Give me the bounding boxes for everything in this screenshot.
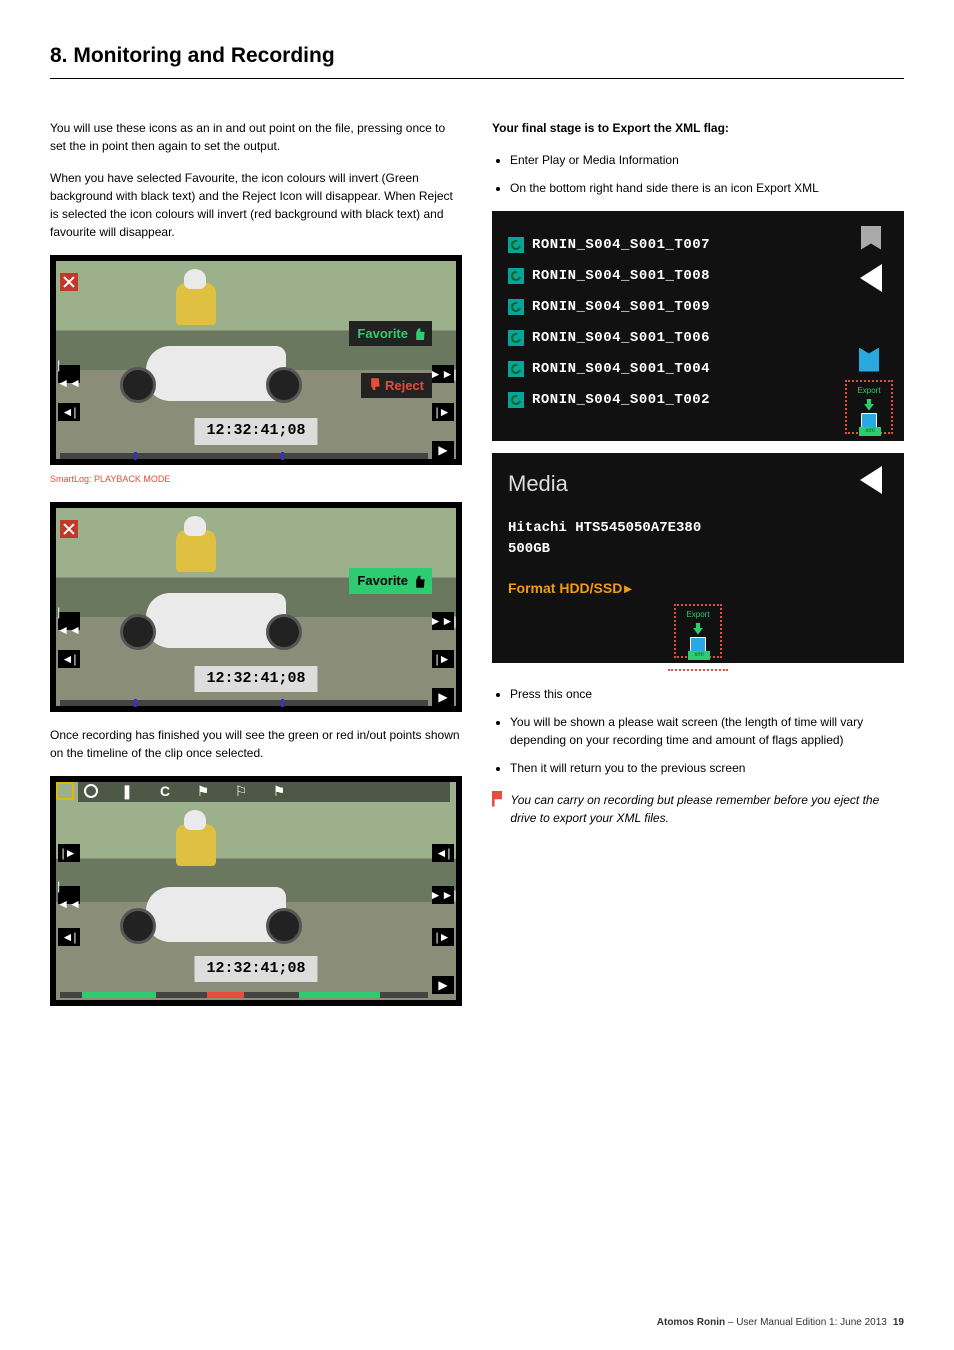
flag-outline-icon[interactable]: ⚐ (232, 782, 250, 800)
thumb-up-icon (412, 326, 426, 340)
clip-name: RONIN_S004_S001_T002 (532, 390, 710, 411)
favorite-button[interactable]: Favorite (349, 321, 432, 347)
clip-row[interactable]: RONIN_S004_S001_T004 (508, 359, 888, 380)
clip-thumb-icon (508, 361, 524, 377)
step-back-icon[interactable]: ◄| (58, 928, 80, 946)
clip-thumb-icon (508, 392, 524, 408)
page-footer: Atomos Ronin – User Manual Edition 1: Ju… (657, 1315, 904, 1330)
home-icon[interactable] (56, 782, 74, 800)
bookmark-icon[interactable]: ❚ (118, 782, 136, 800)
media-title: Media (508, 467, 888, 500)
skip-end-icon[interactable]: ►►| (432, 365, 454, 383)
play-icon[interactable]: ▶ (432, 976, 454, 994)
xml-label: xml (859, 427, 881, 436)
export-label: Export (857, 385, 880, 397)
bookmark-down-icon[interactable] (852, 345, 886, 375)
clip-row[interactable]: RONIN_S004_S001_T009 (508, 297, 888, 318)
export-xml-icon[interactable]: Export xml (679, 609, 717, 653)
clip-name: RONIN_S004_S001_T008 (532, 266, 710, 287)
step-forward-icon[interactable]: |► (432, 928, 454, 946)
back-icon[interactable] (854, 465, 888, 495)
media-panel: Media Hitachi HTS545050A7E380 500GB Form… (492, 453, 904, 663)
paragraph: You will use these icons as an in and ou… (50, 119, 462, 155)
step-back-icon[interactable]: ◄| (58, 650, 80, 668)
favorite-button-active[interactable]: Favorite (349, 568, 432, 594)
clip-row[interactable]: RONIN_S004_S001_T007 (508, 235, 888, 256)
paragraph: Once recording has finished you will see… (50, 726, 462, 762)
drive-size: 500GB (508, 539, 888, 560)
thumb-up-icon (412, 574, 426, 588)
play-icon[interactable]: ▶ (432, 441, 454, 459)
clip-thumb-icon (508, 330, 524, 346)
skip-end-icon[interactable]: ►►| (432, 612, 454, 630)
clip-thumb-icon (508, 237, 524, 253)
export-xml-icon[interactable]: Export xml (850, 385, 888, 429)
timecode-display: 12:32:41;08 (194, 666, 317, 693)
clip-thumb-icon (508, 268, 524, 284)
list-item: You will be shown a please wait screen (… (510, 713, 904, 749)
drive-model: Hitachi HTS545050A7E380 (508, 518, 888, 539)
clip-list-panel: Export xml RONIN_S004_S001_T007 RONIN_S0… (492, 211, 904, 441)
skip-end-icon[interactable]: ►►| (432, 886, 454, 904)
reject-button[interactable]: Reject (361, 373, 432, 399)
section-heading: 8. Monitoring and Recording (50, 40, 904, 79)
step-forward-icon[interactable]: |► (432, 403, 454, 421)
playback-screenshot-favorite-selected: Favorite |◄◄ ►►| ◄| |► ▶ 12:32:41;08 (50, 502, 462, 712)
favorite-label: Favorite (357, 571, 408, 591)
export-label: Export (686, 609, 709, 621)
playback-screenshot-favorite-reject: Favorite Reject |◄◄ ►►| ◄| |► ▶ 12:32:41… (50, 255, 462, 465)
cut-icon[interactable]: C (156, 782, 174, 800)
flag-dark-icon[interactable]: ⚑ (270, 782, 288, 800)
clip-thumb-icon (508, 299, 524, 315)
in-point-icon[interactable]: |► (58, 844, 80, 862)
clip-row[interactable]: RONIN_S004_S001_T002 (508, 390, 888, 411)
timeline[interactable] (60, 453, 428, 459)
flag-icon (492, 791, 502, 807)
close-icon[interactable] (60, 273, 78, 291)
paragraph: When you have selected Favourite, the ic… (50, 169, 462, 241)
figure-caption: SmartLog: PLAYBACK MODE (50, 473, 462, 487)
playback-screenshot-timeline-flags: ❚ C ⚑ ⚐ ⚑ |► ◄| |◄◄ ►►| ◄| |► ▶ 12:32:41… (50, 776, 462, 1006)
timeline[interactable] (60, 700, 428, 706)
out-point-icon[interactable]: ◄| (432, 844, 454, 862)
clip-name: RONIN_S004_S001_T006 (532, 328, 710, 349)
close-icon[interactable] (60, 520, 78, 538)
flag-dark-icon[interactable]: ⚑ (194, 782, 212, 800)
footer-product: Atomos Ronin (657, 1317, 725, 1328)
skip-start-icon[interactable]: |◄◄ (58, 612, 80, 630)
back-icon[interactable] (854, 263, 888, 293)
clip-row[interactable]: RONIN_S004_S001_T008 (508, 266, 888, 287)
clip-name: RONIN_S004_S001_T004 (532, 359, 710, 380)
list-item: On the bottom right hand side there is a… (510, 179, 904, 197)
skip-start-icon[interactable]: |◄◄ (58, 886, 80, 904)
xml-label: xml (688, 651, 710, 660)
timecode-display: 12:32:41;08 (194, 956, 317, 983)
play-icon[interactable]: ▶ (432, 688, 454, 706)
clip-name: RONIN_S004_S001_T009 (532, 297, 710, 318)
thumb-down-icon (367, 378, 381, 392)
footer-edition: – User Manual Edition 1: June 2013 (725, 1317, 887, 1328)
note-text: You can carry on recording but please re… (510, 791, 904, 827)
step-forward-icon[interactable]: |► (432, 650, 454, 668)
timeline[interactable] (60, 992, 428, 998)
clip-row[interactable]: RONIN_S004_S001_T006 (508, 328, 888, 349)
timecode-display: 12:32:41;08 (194, 418, 317, 445)
skip-start-icon[interactable]: |◄◄ (58, 365, 80, 383)
list-item: Enter Play or Media Information (510, 151, 904, 169)
format-drive-link[interactable]: Format HDD/SSD▸ (508, 578, 888, 599)
reject-label: Reject (385, 376, 424, 396)
page-number: 19 (893, 1317, 904, 1328)
clip-name: RONIN_S004_S001_T007 (532, 235, 710, 256)
toolbar-icons: ❚ C ⚑ ⚐ ⚑ (78, 780, 450, 802)
bookmark-up-icon[interactable] (854, 223, 888, 253)
favorite-label: Favorite (357, 324, 408, 344)
format-label: Format HDD/SSD (508, 580, 622, 596)
list-item: Then it will return you to the previous … (510, 759, 904, 777)
chevron-right-icon: ▸ (624, 578, 631, 599)
record-icon[interactable] (84, 784, 98, 798)
subheading: Your final stage is to Export the XML fl… (492, 119, 904, 137)
list-item: Press this once (510, 685, 904, 703)
step-back-icon[interactable]: ◄| (58, 403, 80, 421)
